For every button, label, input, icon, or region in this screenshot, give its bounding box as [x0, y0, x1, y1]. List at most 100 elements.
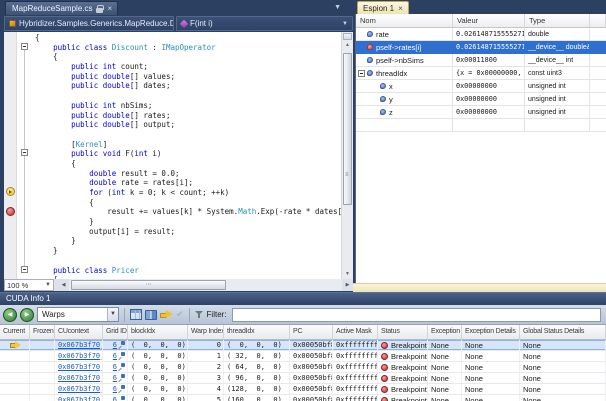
grid-id-link[interactable]: 6: [113, 363, 117, 371]
column-header[interactable]: Current: [0, 325, 30, 340]
watch-row[interactable]: x0x00000000unsigned int: [356, 80, 606, 93]
breakpoint-status-icon: [381, 353, 388, 360]
exception-details-cell: None: [462, 373, 520, 383]
warp-row[interactable]: 0x067b3f706( 0, 0, 0)2( 64, 0, 0)0x00050…: [0, 362, 606, 373]
breakpoint-icon[interactable]: [6, 207, 15, 216]
watch-row[interactable]: pself->nbSims0x00011800__device__ int: [356, 54, 606, 67]
pin-icon[interactable]: [118, 385, 125, 393]
current-cell: [0, 384, 30, 394]
cucontext-cell: 0x067b3f70: [55, 351, 103, 361]
collapse-toggle-icon[interactable]: [358, 70, 365, 77]
column-header[interactable]: CUcontext: [55, 325, 103, 340]
watch-row[interactable]: z0x00000000unsigned int: [356, 106, 606, 119]
members-dropdown[interactable]: F(int i) ▼: [176, 16, 353, 31]
column-header[interactable]: Frozen: [30, 325, 55, 340]
code-editor[interactable]: { public class Discount : IMapOperator {…: [4, 32, 353, 279]
close-icon[interactable]: ×: [107, 5, 112, 13]
threadidx-cell: ( 64, 0, 0): [224, 362, 290, 372]
tab-mapreducesample[interactable]: MapReduceSample.cs ×: [5, 1, 118, 15]
column-header[interactable]: Warp Index: [188, 325, 224, 340]
variable-icon: [367, 70, 373, 76]
outlining-margin: [18, 32, 34, 279]
collapse-region-icon[interactable]: [21, 43, 28, 50]
grid-id-link[interactable]: 6: [113, 374, 117, 382]
pin-icon[interactable]: [118, 374, 125, 382]
warp-row[interactable]: 0x067b3f706( 0, 0, 0)3( 96, 0, 0)0x00050…: [0, 373, 606, 384]
warp-row[interactable]: 0x067b3f706( 0, 0, 0)0( 0, 0, 0)0x00050b…: [0, 340, 606, 351]
watch-row[interactable]: rate0.0261487155552715double: [356, 28, 606, 41]
navigate-back-button[interactable]: ◀: [3, 308, 17, 322]
column-header[interactable]: Exception: [428, 325, 462, 340]
cucontext-link[interactable]: 0x067b3f70: [58, 396, 100, 401]
editor-vertical-scrollbar[interactable]: ▲ ▼: [341, 32, 353, 279]
grid-id-link[interactable]: 6: [113, 341, 117, 349]
grid-view-button[interactable]: [130, 309, 142, 320]
column-header[interactable]: PC: [290, 325, 333, 340]
cuda-info-titlebar[interactable]: CUDA Info 1: [0, 292, 606, 305]
column-header-spacer: [590, 14, 606, 28]
scroll-left-icon[interactable]: ◀: [58, 279, 69, 291]
horizontal-splitter[interactable]: [353, 283, 606, 292]
blockidx-cell: ( 0, 0, 0): [128, 373, 188, 383]
scrollbar-thumb[interactable]: [343, 53, 352, 205]
cucontext-link[interactable]: 0x067b3f70: [58, 341, 100, 349]
cuda-rows: 0x067b3f706( 0, 0, 0)0( 0, 0, 0)0x00050b…: [0, 340, 606, 401]
grid-id-link[interactable]: 6: [113, 396, 117, 401]
navigate-forward-button[interactable]: ▶: [20, 308, 34, 322]
cuda-header-row: CurrentFrozenCUcontextGrid IDblockIdxWar…: [0, 325, 606, 340]
splitter-handle[interactable]: [343, 33, 352, 40]
column-header[interactable]: blockIdx: [128, 325, 188, 340]
zoom-level-dropdown[interactable]: 100 % ▼: [4, 279, 54, 291]
cucontext-link[interactable]: 0x067b3f70: [58, 374, 100, 382]
go-to-current-arrow-button[interactable]: [160, 310, 173, 319]
book-view-button[interactable]: [145, 310, 157, 320]
watch-row[interactable]: threadIdx{x = 0x00000000, y = 0x0const u…: [356, 67, 606, 80]
warp-row[interactable]: 0x067b3f706( 0, 0, 0)5(160, 0, 0)0x00050…: [0, 395, 606, 401]
column-header-valeur[interactable]: Valeur: [453, 14, 525, 28]
column-header-type[interactable]: Type: [525, 14, 590, 28]
pin-icon[interactable]: [118, 352, 125, 360]
cucontext-link[interactable]: 0x067b3f70: [58, 363, 100, 371]
column-header-nom[interactable]: Nom: [356, 14, 453, 28]
filter-input[interactable]: [232, 308, 601, 322]
column-header[interactable]: Grid ID: [103, 325, 128, 340]
check-icon[interactable]: ✔: [176, 310, 184, 319]
grid-id-link[interactable]: 6: [113, 352, 117, 360]
pin-icon[interactable]: [118, 341, 125, 349]
watch-row[interactable]: [356, 119, 606, 132]
close-icon[interactable]: ×: [398, 4, 403, 13]
tab-espion-1[interactable]: Espion 1 ×: [357, 1, 409, 14]
exception-cell: None: [428, 340, 462, 350]
breakpoint-gutter[interactable]: [4, 32, 17, 279]
document-list-chevron-icon[interactable]: ▼: [334, 4, 341, 11]
watch-name-cell: z: [356, 106, 453, 119]
scrollbar-thumb[interactable]: ⋯: [71, 280, 226, 290]
scroll-down-icon[interactable]: ▼: [342, 270, 353, 279]
column-header[interactable]: Global Status Details: [520, 325, 606, 340]
pin-icon[interactable]: [118, 363, 125, 371]
column-header[interactable]: Active Mask: [333, 325, 378, 340]
column-header[interactable]: Status: [378, 325, 428, 340]
warp-row[interactable]: 0x067b3f706( 0, 0, 0)1( 32, 0, 0)0x00050…: [0, 351, 606, 362]
editor-pane: MapReduceSample.cs × ▼ Hybridizer.Sample…: [0, 0, 355, 292]
active-mask-cell: 0xffffffff: [333, 351, 378, 361]
exception-cell: None: [428, 362, 462, 372]
cucontext-link[interactable]: 0x067b3f70: [58, 352, 100, 360]
view-dropdown[interactable]: Warps ▼: [37, 307, 119, 322]
column-header[interactable]: Exception Details: [462, 325, 520, 340]
scroll-right-icon[interactable]: ▶: [342, 279, 353, 291]
editor-horizontal-scrollbar[interactable]: ◀ ⋯ ▶: [58, 279, 353, 291]
pin-icon[interactable]: [118, 396, 125, 401]
collapse-region-icon[interactable]: [21, 266, 28, 273]
cucontext-link[interactable]: 0x067b3f70: [58, 385, 100, 393]
tab-title: Espion 1: [363, 4, 394, 13]
types-dropdown[interactable]: Hybridizer.Samples.Generics.MapReduce.Di…: [4, 16, 174, 31]
collapse-region-icon[interactable]: [21, 149, 28, 156]
watch-row[interactable]: y0x00000000unsigned int: [356, 93, 606, 106]
watch-row[interactable]: pself->rates[i]0.0261487155552715__devic…: [356, 41, 606, 54]
column-header[interactable]: threadIdx: [224, 325, 290, 340]
grid-id-link[interactable]: 6: [113, 385, 117, 393]
warp-row[interactable]: 0x067b3f706( 0, 0, 0)4(128, 0, 0)0x00050…: [0, 384, 606, 395]
global-status-details-cell: None: [520, 395, 606, 401]
scroll-up-icon[interactable]: ▲: [342, 41, 353, 50]
